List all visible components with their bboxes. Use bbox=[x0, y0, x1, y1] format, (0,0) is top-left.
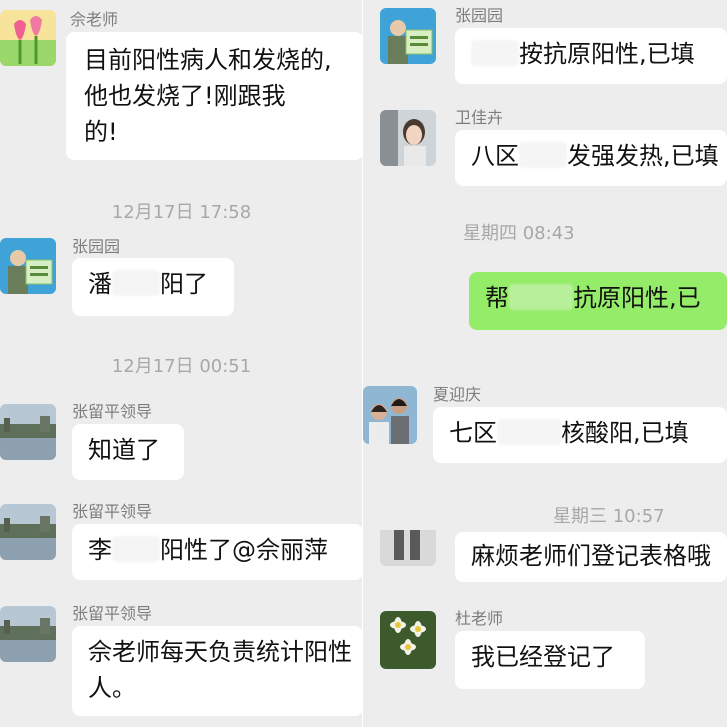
girl-portrait-avatar-icon[interactable] bbox=[380, 110, 436, 166]
message-bubble[interactable]: 七区 核酸阳,已填 bbox=[433, 407, 727, 463]
timestamp: 星期四 08:43 bbox=[463, 223, 575, 244]
redaction-blur bbox=[509, 284, 573, 310]
chat-panel-right[interactable]: 张园园 按抗原阳性,已填 卫佳卉 八区 发强发热,已填 星期四 08:43 帮 抗原… bbox=[363, 0, 727, 727]
message-text: 发强发热,已填 bbox=[567, 142, 719, 170]
message-text: 按抗原阳性,已填 bbox=[519, 40, 695, 68]
sender-name: 张园园 bbox=[72, 237, 121, 256]
sender-name: 张留平领导 bbox=[72, 502, 153, 521]
message-line: 人。 bbox=[88, 674, 136, 702]
sender-name: 杜老师 bbox=[455, 609, 504, 628]
message-bubble[interactable]: 潘 阳了 bbox=[72, 258, 234, 316]
message-text: 李 bbox=[88, 536, 112, 564]
redaction-blur bbox=[112, 536, 160, 562]
person-partial-avatar-icon[interactable] bbox=[380, 530, 436, 566]
message-bubble[interactable]: 目前阳性病人和发烧的, 他也发烧了!刚跟我 的! bbox=[66, 32, 363, 160]
message-bubble[interactable]: 知道了 bbox=[72, 424, 184, 480]
message-text: 核酸阳,已填 bbox=[561, 419, 689, 447]
sender-name: 张园园 bbox=[455, 6, 504, 25]
message-line: 的! bbox=[84, 118, 118, 146]
message-text: 七区 bbox=[449, 419, 497, 447]
sender-name: 夏迎庆 bbox=[433, 385, 482, 404]
redaction-blur bbox=[497, 419, 561, 445]
redaction-blur bbox=[112, 270, 160, 296]
timestamp: 12月17日 17:58 bbox=[111, 202, 252, 223]
timestamp: 12月17日 00:51 bbox=[111, 356, 252, 377]
message-bubble[interactable]: 李 阳性了@佘丽萍 bbox=[72, 524, 363, 580]
message-line: 他也发烧了!刚跟我 bbox=[84, 82, 286, 110]
message-bubble-self[interactable]: 帮 抗原阳性,已 bbox=[469, 272, 727, 330]
river-city-avatar-icon[interactable] bbox=[0, 606, 56, 662]
river-city-avatar-icon[interactable] bbox=[0, 504, 56, 560]
daisy-flower-avatar-icon[interactable] bbox=[380, 611, 436, 669]
message-bubble[interactable]: 按抗原阳性,已填 bbox=[455, 28, 727, 84]
message-text: 阳了 bbox=[160, 270, 208, 298]
message-text: 潘 bbox=[88, 270, 112, 298]
river-city-avatar-icon[interactable] bbox=[0, 404, 56, 460]
message-bubble[interactable]: 八区 发强发热,已填 bbox=[455, 130, 727, 186]
message-line: 佘老师每天负责统计阳性 bbox=[88, 638, 352, 666]
elder-with-sign-avatar-icon[interactable] bbox=[0, 238, 56, 294]
redaction-blur bbox=[471, 40, 519, 66]
message-bubble[interactable]: 麻烦老师们登记表格哦 bbox=[455, 532, 727, 582]
elder-with-sign-avatar-icon[interactable] bbox=[380, 8, 436, 64]
message-line: 目前阳性病人和发烧的, bbox=[84, 46, 332, 74]
sender-name: 张留平领导 bbox=[72, 402, 153, 421]
message-text: 抗原阳性,已 bbox=[573, 284, 701, 312]
sender-name: 卫佳卉 bbox=[455, 108, 504, 127]
tulip-avatar-icon[interactable] bbox=[0, 10, 56, 66]
message-text: 阳性了@佘丽萍 bbox=[160, 536, 328, 564]
message-bubble[interactable]: 佘老师每天负责统计阳性 人。 bbox=[72, 626, 363, 716]
couple-avatar-icon[interactable] bbox=[363, 386, 417, 444]
timestamp: 星期三 10:57 bbox=[553, 506, 665, 527]
sender-name: 张留平领导 bbox=[72, 604, 153, 623]
message-text: 八区 bbox=[471, 142, 519, 170]
chat-panel-left[interactable]: 佘老师 目前阳性病人和发烧的, 他也发烧了!刚跟我 的! 12月17日 17:5… bbox=[0, 0, 363, 727]
sender-name: 佘老师 bbox=[70, 10, 119, 29]
message-text: 帮 bbox=[485, 284, 509, 312]
message-bubble[interactable]: 我已经登记了 bbox=[455, 631, 645, 689]
redaction-blur bbox=[519, 142, 567, 168]
